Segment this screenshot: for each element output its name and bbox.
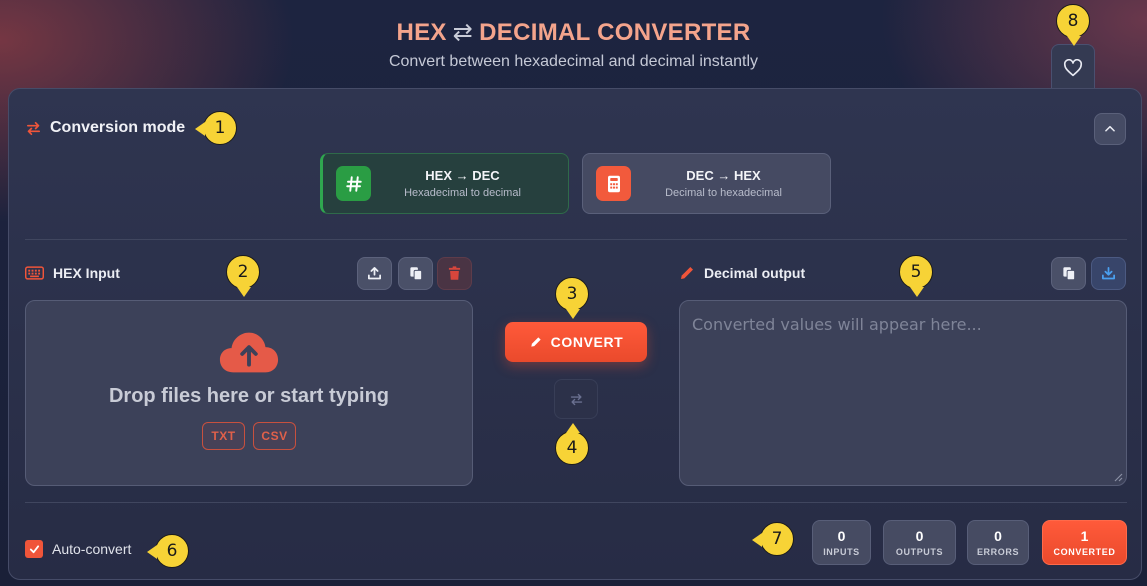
callout-marker-2: 2: [226, 255, 260, 297]
auto-convert-label: Auto-convert: [52, 541, 132, 557]
divider: [25, 502, 1127, 503]
mode-title: HEX → DEC: [425, 168, 500, 183]
dropzone-text: Drop files here or start typing: [108, 385, 390, 407]
stat-label: ERRORS: [976, 547, 1020, 557]
checkmark-icon: [29, 544, 39, 553]
pencil-icon: [531, 337, 541, 347]
stat-value: 0: [837, 528, 846, 544]
hex-input-header: HEX Input: [25, 265, 120, 281]
mode-dec-to-hex[interactable]: DEC → HEX Decimal to hexadecimal: [582, 153, 831, 214]
auto-convert-checkbox[interactable]: [25, 540, 43, 558]
swap-direction-button[interactable]: [554, 379, 598, 419]
mode-subtitle: Hexadecimal to decimal: [404, 187, 521, 199]
copy-output-button[interactable]: [1051, 257, 1086, 290]
swap-arrows-icon: ⇄: [452, 19, 474, 46]
callout-marker-4: 4: [555, 423, 589, 465]
upload-icon: [368, 267, 381, 280]
hex-input-dropzone[interactable]: Drop files here or start typing TXT CSV: [25, 300, 473, 486]
stat-value: 1: [1080, 528, 1089, 544]
keyboard-icon: [25, 266, 44, 280]
copy-icon: [409, 267, 422, 281]
copy-icon: [1062, 267, 1075, 281]
favorite-button[interactable]: [1051, 44, 1095, 90]
trash-icon: [448, 266, 461, 280]
stat-converted: 1 CONVERTED: [1042, 520, 1127, 565]
page-title: HEX ⇄ DECIMAL CONVERTER: [396, 19, 751, 46]
resize-handle-icon[interactable]: [1113, 472, 1123, 482]
conversion-mode-label: Conversion mode: [50, 119, 186, 136]
output-placeholder: Converted values will appear here...: [692, 315, 982, 334]
conversion-mode-header: Conversion mode: [25, 119, 185, 137]
stat-label: OUTPUTS: [895, 547, 944, 557]
decimal-output-label: Decimal output: [704, 265, 806, 281]
callout-marker-5: 5: [899, 255, 933, 297]
collapse-button[interactable]: [1094, 113, 1126, 145]
page-subtitle: Convert between hexadecimal and decimal …: [388, 53, 759, 70]
mode-hex-to-dec[interactable]: HEX → DEC Hexadecimal to decimal: [320, 153, 569, 214]
file-type-chip: TXT: [202, 422, 245, 450]
calculator-icon: [596, 166, 631, 201]
callout-marker-6: 6: [147, 534, 189, 568]
chevron-up-icon: [1105, 125, 1115, 132]
auto-convert-toggle[interactable]: Auto-convert: [25, 540, 131, 558]
page-header: HEX ⇄ DECIMAL CONVERTER Convert between he…: [0, 18, 1147, 71]
download-icon: [1102, 267, 1115, 280]
clear-button[interactable]: [437, 257, 472, 290]
hex-input-label: HEX Input: [53, 265, 120, 281]
cloud-upload-icon: [219, 332, 279, 373]
download-button[interactable]: [1091, 257, 1126, 290]
swap-icon: [26, 121, 41, 135]
mode-subtitle: Decimal to hexadecimal: [665, 187, 782, 199]
callout-marker-1: 1: [195, 111, 237, 145]
hash-icon: [336, 166, 371, 201]
stat-value: 0: [915, 528, 924, 544]
pencil-icon: [681, 267, 693, 279]
converter-panel: Conversion mode HEX → DEC Hexadecimal to…: [8, 88, 1142, 580]
heart-icon: [1063, 58, 1083, 76]
stat-errors: 0 ERRORS: [967, 520, 1029, 565]
paste-button[interactable]: [398, 257, 433, 290]
divider: [25, 239, 1127, 240]
decimal-output-header: Decimal output: [679, 265, 805, 281]
callout-marker-8: 8: [1056, 4, 1090, 46]
file-types: TXT CSV: [202, 422, 296, 450]
stat-value: 0: [994, 528, 1002, 544]
upload-button[interactable]: [357, 257, 392, 290]
mode-title: DEC → HEX: [686, 168, 761, 183]
convert-button[interactable]: CONVERT: [505, 322, 647, 362]
callout-marker-3: 3: [555, 277, 589, 319]
file-type-chip: CSV: [253, 422, 296, 450]
callout-marker-7: 7: [752, 522, 794, 556]
stat-label: CONVERTED: [1053, 547, 1116, 557]
stat-outputs: 0 OUTPUTS: [883, 520, 956, 565]
stat-inputs: 0 INPUTS: [812, 520, 871, 565]
swap-icon: [570, 393, 582, 405]
stat-label: INPUTS: [823, 547, 860, 557]
decimal-output-field[interactable]: Converted values will appear here...: [679, 300, 1127, 486]
